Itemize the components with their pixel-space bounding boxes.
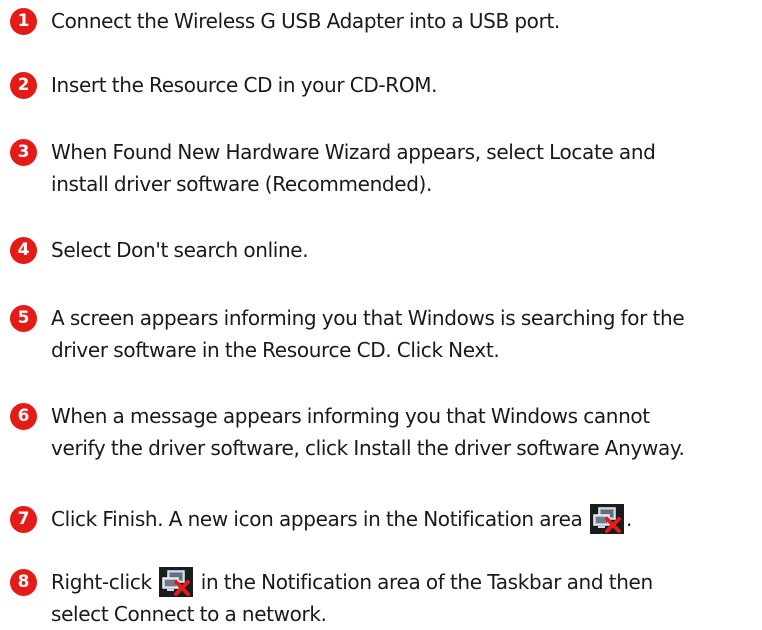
step-text-line: When a message appears informing you tha… xyxy=(51,404,650,428)
step-number-badge: 3 xyxy=(10,139,37,166)
instruction-steps: 1 Connect the Wireless G USB Adapter int… xyxy=(0,0,762,630)
step-3: 3 When Found New Hardware Wizard appears… xyxy=(10,136,758,200)
step-text-segment: in the Notification area of the Taskbar … xyxy=(200,570,653,594)
network-disconnected-icon xyxy=(589,504,624,534)
step-5: 5 A screen appears informing you that Wi… xyxy=(10,302,758,366)
step-text: When Found New Hardware Wizard appears, … xyxy=(51,136,656,200)
step-text-line: install driver software (Recommended). xyxy=(51,172,433,196)
step-7: 7 Click Finish. A new icon appears in th… xyxy=(10,503,758,535)
step-text-line: When Found New Hardware Wizard appears, … xyxy=(51,140,656,164)
step-number-badge: 2 xyxy=(10,72,37,99)
step-text: A screen appears informing you that Wind… xyxy=(51,302,685,366)
step-8: 8 Right-click in the Notification area o… xyxy=(10,566,758,630)
step-text-segment: . xyxy=(625,507,632,531)
step-number-badge: 8 xyxy=(10,569,37,596)
step-text: Connect the Wireless G USB Adapter into … xyxy=(51,9,560,33)
step-text: Select Don't search online. xyxy=(51,238,309,262)
step-4: 4 Select Don't search online. xyxy=(10,234,758,266)
step-text-segment: Right-click xyxy=(51,570,152,594)
step-text: Click Finish. A new icon appears in the … xyxy=(51,503,632,535)
step-6: 6 When a message appears informing you t… xyxy=(10,400,758,464)
step-number-badge: 4 xyxy=(10,237,37,264)
step-text-line: verify the driver software, click Instal… xyxy=(51,436,685,460)
step-1: 1 Connect the Wireless G USB Adapter int… xyxy=(10,5,758,37)
step-number-badge: 6 xyxy=(10,403,37,430)
step-text-line: A screen appears informing you that Wind… xyxy=(51,306,685,330)
step-text: Insert the Resource CD in your CD-ROM. xyxy=(51,73,438,97)
step-text-segment: Click Finish. A new icon appears in the … xyxy=(51,507,583,531)
step-text: Right-click in the Notification area of … xyxy=(51,566,653,630)
step-number-badge: 7 xyxy=(10,506,37,533)
step-number-badge: 1 xyxy=(10,8,37,35)
network-disconnected-icon xyxy=(159,567,194,597)
step-text-line: driver software in the Resource CD. Clic… xyxy=(51,338,500,362)
step-text-line: select Connect to a network. xyxy=(51,602,327,626)
step-number-badge: 5 xyxy=(10,305,37,332)
step-2: 2 Insert the Resource CD in your CD-ROM. xyxy=(10,69,758,101)
step-text: When a message appears informing you tha… xyxy=(51,400,685,464)
